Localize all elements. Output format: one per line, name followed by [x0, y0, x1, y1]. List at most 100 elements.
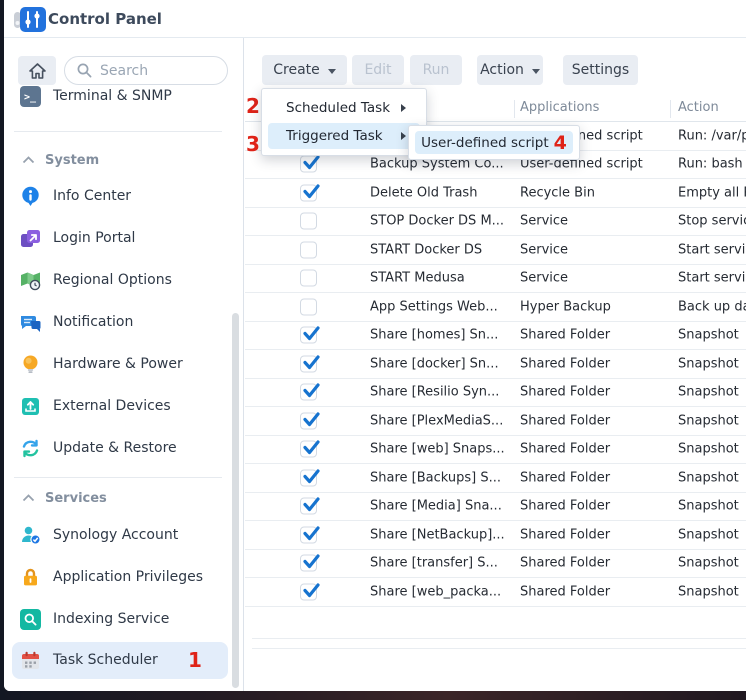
row-checkbox[interactable]	[300, 555, 317, 572]
sidebar-item-terminal-snmp[interactable]: >_ Terminal & SNMP	[20, 84, 172, 108]
home-icon	[29, 63, 46, 79]
triggered-task-submenu: User-defined script 4	[408, 125, 580, 160]
sidebar-item-synology-account[interactable]: Synology Account	[20, 523, 178, 547]
table-row[interactable]: STOP Docker DS M... Service Stop servic	[245, 208, 746, 237]
row-checkbox[interactable]	[300, 241, 317, 258]
hardware-power-icon	[20, 354, 41, 375]
indexing-service-icon	[20, 609, 41, 630]
column-header-applications[interactable]: Applications	[520, 100, 599, 115]
task-action: Back up da	[678, 299, 746, 314]
checkmark-icon	[301, 324, 322, 345]
table-row[interactable]: Share [Media] Sna... Shared Folder Snaps…	[245, 493, 746, 522]
menu-item-scheduled-task[interactable]: Scheduled Task	[268, 95, 420, 121]
row-checkbox[interactable]	[300, 583, 317, 600]
task-name: Share [web_packa...	[370, 584, 501, 599]
table-row[interactable]: Share [PlexMediaS... Shared Folder Snaps…	[245, 407, 746, 436]
task-application: Shared Folder	[520, 356, 610, 371]
task-table-body: User-defined script Run: /var/p Backup S…	[245, 122, 746, 607]
table-row[interactable]: Share [docker] Sn... Shared Folder Snaps…	[245, 350, 746, 379]
sidebar-item-update-restore[interactable]: Update & Restore	[20, 436, 177, 460]
menu-item-user-defined-script[interactable]: User-defined script 4	[415, 131, 573, 154]
table-row[interactable]: Share [transfer] S... Shared Folder Snap…	[245, 550, 746, 579]
home-button[interactable]	[18, 56, 56, 85]
task-name: START Medusa	[370, 271, 465, 286]
row-checkbox[interactable]	[300, 213, 317, 230]
table-row[interactable]: Share [Resilio Syn... Shared Folder Snap…	[245, 379, 746, 408]
annotation-step-1: 1	[188, 649, 202, 671]
page-title: Control Panel	[48, 10, 162, 28]
table-row[interactable]: Share [NetBackup]... Shared Folder Snaps…	[245, 521, 746, 550]
row-checkbox[interactable]	[300, 384, 317, 401]
row-checkbox[interactable]	[300, 270, 317, 287]
table-row[interactable]: Share [web_packa... Shared Folder Snapsh…	[245, 578, 746, 607]
sidebar-item-application-privileges[interactable]: Application Privileges	[20, 565, 203, 589]
section-header-services[interactable]: Services	[22, 489, 107, 507]
task-action: Run: bash /	[678, 157, 746, 172]
task-name: Share [NetBackup]...	[370, 527, 505, 542]
task-application: Shared Folder	[520, 328, 610, 343]
checkmark-icon	[301, 495, 322, 516]
action-button[interactable]: Action	[477, 55, 543, 85]
row-checkbox[interactable]	[300, 184, 317, 201]
task-action: Snapshot	[678, 413, 739, 428]
table-row[interactable]: START Docker DS Service Start servic	[245, 236, 746, 265]
row-checkbox[interactable]	[300, 441, 317, 458]
task-name: Share [Media] Sna...	[370, 499, 502, 514]
sidebar-item-info-center[interactable]: Info Center	[20, 184, 131, 208]
task-application: Shared Folder	[520, 584, 610, 599]
table-row[interactable]: App Settings Web... Hyper Backup Back up…	[245, 293, 746, 322]
sidebar-item-login-portal[interactable]: Login Portal	[20, 226, 135, 250]
task-action: Snapshot	[678, 442, 739, 457]
sidebar-item-external-devices[interactable]: External Devices	[20, 394, 171, 418]
menu-item-triggered-task[interactable]: Triggered Task	[268, 123, 420, 149]
external-devices-icon	[20, 396, 41, 417]
task-name: Share [homes] Sn...	[370, 328, 498, 343]
task-action: Start servic	[678, 271, 746, 286]
row-checkbox[interactable]	[300, 469, 317, 486]
task-scheduler-panel: 2 Create Edit Run Action Settings Applic…	[245, 38, 746, 691]
table-row[interactable]: Share [Backups] S... Shared Folder Snaps…	[245, 464, 746, 493]
row-checkbox[interactable]	[300, 355, 317, 372]
task-name: Delete Old Trash	[370, 185, 477, 200]
search-box[interactable]	[64, 56, 228, 85]
table-row[interactable]: Share [web] Snaps... Shared Folder Snaps…	[245, 436, 746, 465]
table-row[interactable]: Delete Old Trash Recycle Bin Empty all R	[245, 179, 746, 208]
table-row[interactable]: Share [homes] Sn... Shared Folder Snapsh…	[245, 322, 746, 351]
row-checkbox[interactable]	[300, 412, 317, 429]
login-portal-icon	[20, 228, 41, 249]
section-header-system[interactable]: System	[22, 151, 99, 169]
edit-button: Edit	[352, 55, 404, 85]
create-button[interactable]: Create	[262, 55, 347, 85]
table-end-line	[252, 648, 746, 649]
submenu-arrow-icon	[401, 132, 406, 140]
task-action: Start servic	[678, 242, 746, 257]
task-application: Shared Folder	[520, 413, 610, 428]
checkmark-icon	[301, 181, 322, 202]
sidebar-scrollbar-thumb[interactable]	[232, 313, 239, 688]
sidebar-item-regional-options[interactable]: Regional Options	[20, 268, 172, 292]
table-row[interactable]: START Medusa Service Start servic	[245, 265, 746, 294]
task-name: Share [docker] Sn...	[370, 356, 499, 371]
row-checkbox[interactable]	[300, 498, 317, 515]
sidebar-item-task-scheduler[interactable]: Task Scheduler	[20, 648, 158, 672]
checkmark-icon	[301, 438, 322, 459]
column-header-action[interactable]: Action	[678, 100, 719, 115]
sidebar-item-notification[interactable]: Notification	[20, 310, 133, 334]
annotation-step-3: 3	[246, 133, 260, 155]
row-checkbox[interactable]	[300, 298, 317, 315]
task-application: Shared Folder	[520, 527, 610, 542]
checkmark-icon	[301, 409, 322, 430]
table-end-line	[252, 638, 746, 639]
settings-button[interactable]: Settings	[563, 55, 638, 85]
sidebar-item-hardware-power[interactable]: Hardware & Power	[20, 352, 183, 376]
task-application: Service	[520, 214, 568, 229]
sidebar-item-indexing-service[interactable]: Indexing Service	[20, 607, 169, 631]
row-checkbox[interactable]	[300, 327, 317, 344]
search-input[interactable]	[100, 63, 210, 79]
checkmark-icon	[301, 580, 322, 601]
run-button: Run	[410, 55, 462, 85]
regional-options-icon	[20, 270, 41, 291]
row-checkbox[interactable]	[300, 156, 317, 173]
row-checkbox[interactable]	[300, 526, 317, 543]
task-name: Share [web] Snaps...	[370, 442, 505, 457]
